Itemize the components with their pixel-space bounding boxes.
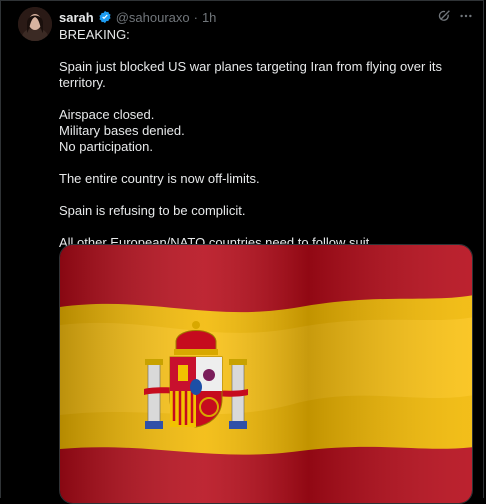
tweet-line: Military bases denied. — [59, 123, 185, 138]
display-name[interactable]: sarah — [59, 10, 94, 25]
avatar[interactable] — [18, 7, 52, 41]
tweet-line: No participation. — [59, 139, 153, 154]
tweet-line: BREAKING: — [59, 27, 130, 42]
tweet-line: Spain is refusing to be complicit. — [59, 203, 246, 218]
tweet-card[interactable]: sarah @sahouraxo · 1h BREAKING: Spain ju… — [0, 0, 484, 504]
more-icon[interactable] — [459, 9, 473, 23]
tweet-image-spain-flag[interactable] — [59, 244, 473, 504]
tweet-line: Airspace closed. — [59, 107, 155, 122]
tweet-line: The entire country is now off-limits. — [59, 171, 260, 186]
tweet-header: sarah @sahouraxo · 1h — [59, 8, 216, 26]
grok-icon[interactable] — [438, 9, 452, 23]
separator-dot: · — [193, 9, 198, 25]
verified-badge-icon — [98, 10, 112, 24]
timestamp[interactable]: 1h — [202, 10, 216, 25]
tweet-text: BREAKING: Spain just blocked US war plan… — [59, 27, 477, 251]
tweet-line: Spain just blocked US war planes targeti… — [59, 59, 442, 90]
user-handle[interactable]: @sahouraxo — [116, 10, 190, 25]
